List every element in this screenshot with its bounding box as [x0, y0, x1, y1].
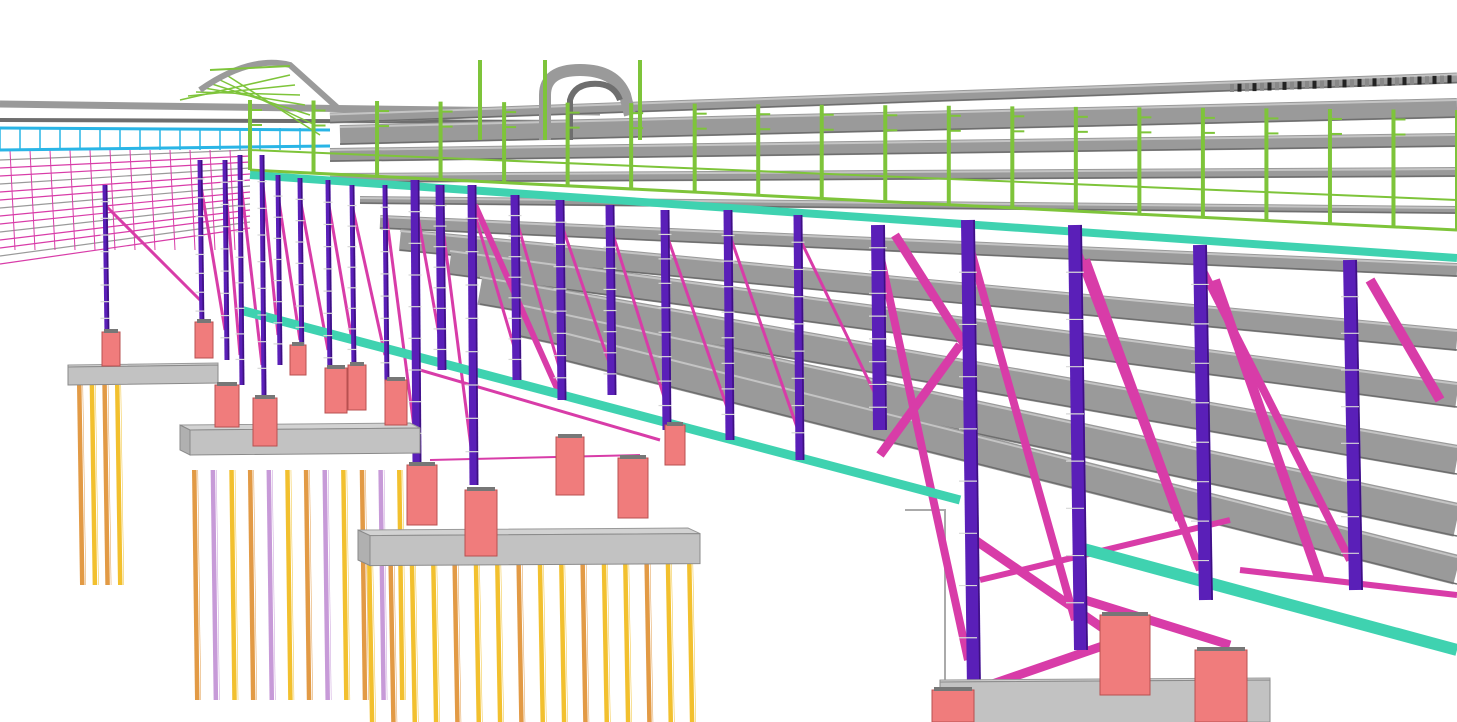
pile-cap-front: [369, 533, 701, 567]
pile-cap-front: [67, 364, 219, 386]
steel-column: [1343, 259, 1363, 591]
concrete-pedestal: [324, 367, 348, 414]
cross-tie: [419, 368, 661, 442]
concrete-pedestal: [252, 397, 278, 447]
far-rack-member: [0, 215, 251, 249]
concrete-pedestal: [347, 364, 367, 411]
pile-cap-front: [189, 427, 421, 456]
insulation-hatch: [1230, 84, 1234, 92]
steel-column: [793, 214, 805, 461]
insulation-hatch: [1432, 75, 1437, 84]
pile-cap-side: [179, 424, 191, 456]
concrete-pedestal: [194, 321, 214, 359]
far-rack-member: [0, 161, 251, 177]
base-plate: [1102, 612, 1148, 616]
insulation-hatch: [1410, 76, 1414, 85]
far-rack-member: [0, 149, 251, 161]
steel-column: [660, 209, 672, 431]
insulation-hatch: [1282, 81, 1287, 90]
steel-column: [410, 179, 422, 466]
insulation-hatch: [1357, 78, 1362, 87]
insulation-hatch: [1252, 83, 1257, 92]
concrete-pedestal: [1194, 649, 1248, 722]
insulation-hatch: [1440, 75, 1444, 84]
base-plate: [1197, 647, 1245, 651]
steel-column: [1193, 244, 1213, 601]
diagonal-brace: [103, 203, 202, 302]
far-rack-post: [29, 149, 36, 251]
steel-column: [510, 194, 522, 381]
steel-column: [467, 184, 479, 486]
insulation-hatch: [1260, 82, 1264, 91]
concrete-pedestal: [931, 689, 975, 722]
concrete-pedestal: [289, 344, 307, 376]
pipe-rack-3d-model-viewport[interactable]: [0, 0, 1457, 722]
steel-column: [1068, 224, 1088, 651]
base-plate: [558, 434, 582, 438]
base-plate: [327, 365, 345, 369]
insulation-hatch: [1327, 80, 1332, 89]
concrete-pedestal: [664, 424, 686, 466]
steel-column: [435, 184, 447, 371]
insulation-hatch: [1290, 81, 1294, 90]
steel-column: [961, 219, 981, 691]
far-rack-post: [109, 149, 116, 251]
cross-tie: [429, 454, 641, 461]
insulation-hatch: [1365, 78, 1369, 87]
base-plate: [620, 455, 646, 459]
insulation-hatch: [1417, 76, 1422, 85]
base-plate: [667, 422, 683, 426]
far-rack-post: [209, 149, 216, 251]
base-plate: [104, 329, 118, 333]
base-plate: [467, 487, 495, 491]
insulation-hatch: [1350, 79, 1354, 88]
insulation-hatch: [1275, 82, 1279, 91]
insulation-hatch: [1297, 81, 1302, 90]
concrete-pedestal: [214, 384, 240, 428]
base-plate: [217, 382, 237, 386]
concrete-pedestal: [101, 331, 121, 367]
insulation-hatch: [1245, 83, 1249, 92]
steel-column: [723, 209, 735, 441]
far-rack-member: [0, 155, 251, 169]
insulation-hatch: [1237, 83, 1242, 92]
insulation-hatch: [1342, 79, 1347, 88]
base-plate: [350, 362, 364, 366]
concrete-pedestal: [1099, 614, 1151, 696]
stair-flight: [219, 79, 316, 126]
far-rack-post: [9, 149, 16, 251]
steel-column: [555, 199, 567, 401]
concrete-pedestal: [555, 436, 585, 496]
insulation-hatch: [1387, 77, 1392, 86]
insulation-hatch: [1372, 78, 1377, 87]
insulation-hatch: [1335, 79, 1339, 88]
base-plate: [255, 395, 275, 399]
steel-column: [605, 204, 617, 396]
insulation-hatch: [1402, 77, 1407, 86]
concrete-pedestal: [384, 379, 408, 426]
steel-column: [871, 224, 887, 431]
base-plate: [409, 462, 435, 466]
base-plate: [197, 319, 211, 323]
base-plate: [934, 687, 972, 691]
insulation-hatch: [1425, 76, 1429, 85]
insulation-hatch: [1305, 81, 1309, 89]
insulation-hatch: [1380, 78, 1384, 86]
concrete-pedestal: [617, 457, 649, 519]
insulation-hatch: [1267, 82, 1272, 91]
concrete-pedestal: [406, 464, 438, 526]
insulation-hatch: [1312, 80, 1317, 89]
insulation-hatch: [1447, 75, 1452, 84]
concrete-pedestal: [464, 489, 498, 557]
insulation-hatch: [1320, 80, 1324, 89]
base-plate: [292, 342, 304, 346]
far-rack-member: [0, 167, 251, 185]
base-plate: [387, 377, 405, 381]
pile-cap-side: [357, 529, 371, 567]
insulation-hatch: [1395, 77, 1399, 86]
